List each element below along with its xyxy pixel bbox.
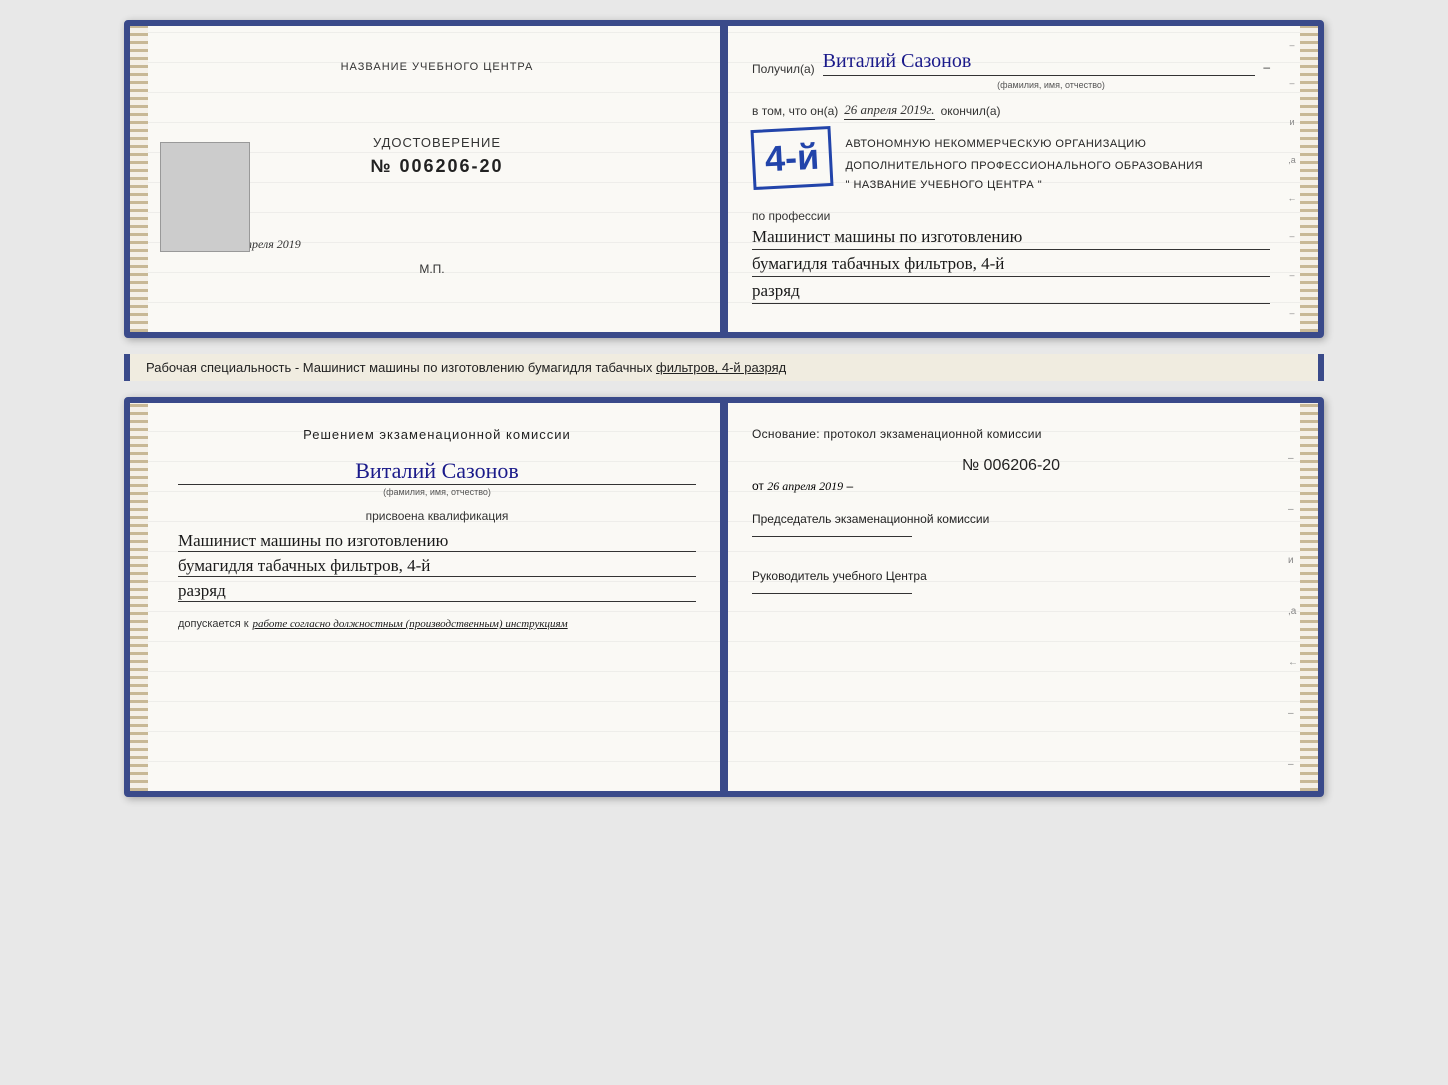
prisvoyena: присвоена квалификация [178,509,696,523]
bottom-cert-right-page: Основание: протокол экзаменационной коми… [724,403,1318,791]
bottom-dash-4: – [1288,759,1298,770]
recipient-line: Получил(а) Виталий Сазонов – [752,50,1270,76]
bottom-mark-arrow: ← [1288,657,1298,668]
ot-label: от [752,479,764,493]
bottom-certificate: Решением экзаменационной комиссии Витали… [124,397,1324,797]
org-quotes: " НАЗВАНИЕ УЧЕБНОГО ЦЕНТРА " [845,179,1203,191]
qual-line3: разряд [178,581,696,602]
recipient-name: Виталий Сазонов [823,50,1256,76]
bottom-dash-2: – [1288,504,1298,515]
rukovoditel-signature-line [752,593,912,594]
ot-date: 26 апреля 2019 [767,479,843,493]
stamp-area: 4-й АВТОНОМНУЮ НЕКОММЕРЧЕСКУЮ ОРГАНИЗАЦИ… [752,128,1270,199]
dash-5: – [1289,308,1294,318]
protocol-number: № 006206-20 [752,457,1270,475]
bottom-right-content: Основание: протокол экзаменационной коми… [752,427,1270,594]
recipient-subtitle: (фамилия, имя, отчество) [752,80,1270,90]
dopusk-text: работе согласно должностным (производств… [253,618,568,630]
side-mark-arrow: ← [1288,193,1297,203]
vtom-label: в том, что он(а) [752,104,838,118]
specialty-bar: Рабочая специальность - Машинист машины … [124,354,1324,381]
bottom-cert-left-page: Решением экзаменационной комиссии Витали… [130,403,724,791]
chairman-title: Председатель экзаменационной комиссии [752,512,989,526]
side-mark-a: ,а [1288,155,1296,165]
rukovoditel-title: Руководитель учебного Центра [752,569,927,583]
chairman-signature-line [752,536,912,537]
photo-placeholder [160,142,250,252]
rukovoditel: Руководитель учебного Центра [752,567,1270,594]
bottom-side-marks: – – и ,а ← – – [1288,453,1298,770]
vtom-date: 26 апреля 2019г. [844,102,934,120]
bottom-dash-1: – [1288,453,1298,464]
profession-line1: Машинист машины по изготовлению [752,227,1270,250]
top-cert-left-page: НАЗВАНИЕ УЧЕБНОГО ЦЕНТРА УДОСТОВЕРЕНИЕ №… [130,26,724,332]
profession-line3: разряд [752,281,1270,304]
person-name-bottom: Виталий Сазонов [178,458,696,485]
org-line1: АВТОНОМНУЮ НЕКОММЕРЧЕСКУЮ ОРГАНИЗАЦИЮ [845,136,1203,154]
org-line2: ДОПОЛНИТЕЛЬНОГО ПРОФЕССИОНАЛЬНОГО ОБРАЗО… [845,158,1203,176]
bottom-dash-3: – [1288,708,1298,719]
profession-line2: бумагидля табачных фильтров, 4-й [752,254,1270,277]
side-mark-i: и [1289,117,1294,127]
po-professii: по профессии [752,209,1270,223]
right-content: Получил(а) Виталий Сазонов – (фамилия, и… [752,50,1270,304]
recipient-label: Получил(а) [752,62,815,76]
vtom-line: в том, что он(а) 26 апреля 2019г. окончи… [752,102,1270,120]
ot-line: от 26 апреля 2019 – [752,479,1270,494]
qual-line1: Машинист машины по изготовлению [178,531,696,552]
specialty-prefix: Рабочая специальность - Машинист машины … [146,360,652,375]
qual-line2: бумагидля табачных фильтров, 4-й [178,556,696,577]
ot-dash: – [846,479,853,493]
dash-1: – [1289,40,1294,50]
stamp-number: 4-й [764,136,820,181]
dash-4: – [1289,270,1294,280]
top-certificate: НАЗВАНИЕ УЧЕБНОГО ЦЕНТРА УДОСТОВЕРЕНИЕ №… [124,20,1324,338]
osnovaniye: Основание: протокол экзаменационной коми… [752,427,1270,441]
dopuskaetsya-line: допускается к работе согласно должностны… [178,618,696,630]
dash-3: – [1289,231,1294,241]
finished-label: окончил(а) [941,104,1001,118]
decision-title: Решением экзаменационной комиссии [178,427,696,442]
side-marks-right: – – и ,а ← – – – [1286,26,1298,332]
bottom-left-content: Решением экзаменационной комиссии Витали… [178,427,696,630]
dopusk-prefix: допускается к [178,618,249,630]
specialty-underlined: фильтров, 4-й разряд [656,360,786,375]
bottom-mark-a: ,а [1288,606,1298,617]
chairman: Председатель экзаменационной комиссии [752,510,1270,537]
top-cert-right-page: Получил(а) Виталий Сазонов – (фамилия, и… [724,26,1318,332]
mp-label: М.П. [409,262,444,276]
stamp-box: 4-й [750,126,833,190]
top-org-name: НАЗВАНИЕ УЧЕБНОГО ЦЕНТРА [168,60,706,75]
fio-subtitle-bottom: (фамилия, имя, отчество) [178,487,696,497]
bottom-mark-i: и [1288,555,1298,566]
dash-2: – [1289,78,1294,88]
